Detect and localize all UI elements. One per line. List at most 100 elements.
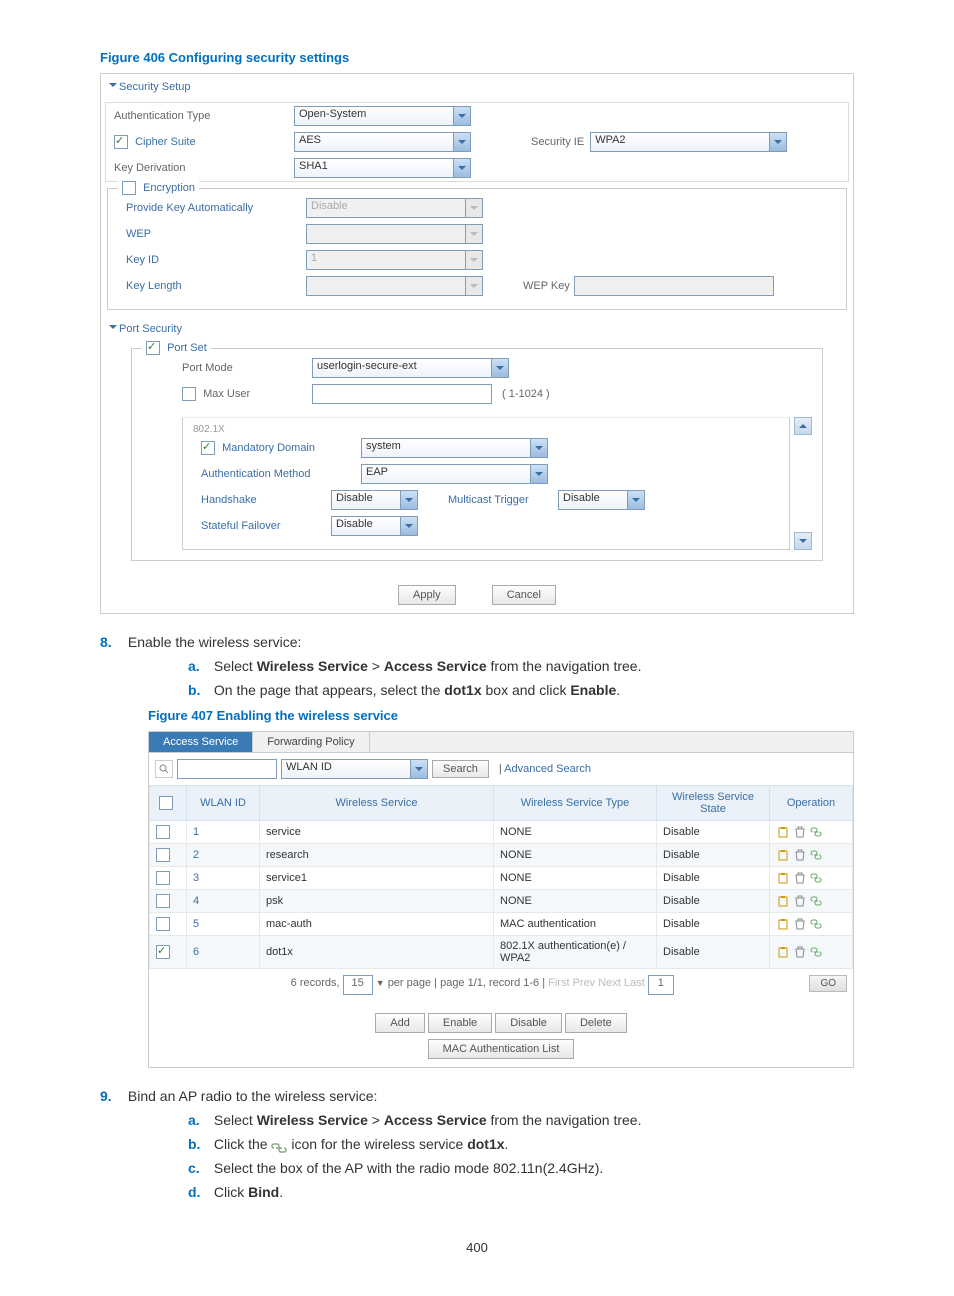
auth-method-select[interactable]: EAP xyxy=(361,464,548,484)
chevron-down-icon xyxy=(770,132,787,152)
chevron-down-icon xyxy=(628,490,645,510)
encryption-checkbox[interactable] xyxy=(122,181,136,195)
handshake-select[interactable]: Disable xyxy=(331,490,418,510)
step-9d: d. Click Bind. xyxy=(188,1184,854,1200)
service-type: NONE xyxy=(494,844,657,867)
edit-icon[interactable] xyxy=(777,945,791,959)
chevron-down-icon xyxy=(531,438,548,458)
apply-button[interactable]: Apply xyxy=(398,585,456,605)
page-number: 400 xyxy=(100,1240,854,1255)
select-all-checkbox[interactable] xyxy=(159,796,173,810)
service-state: Disable xyxy=(657,936,770,969)
row-checkbox[interactable] xyxy=(156,945,170,959)
link-icon[interactable] xyxy=(809,945,823,959)
row-checkbox[interactable] xyxy=(156,894,170,908)
scroll-down-icon[interactable] xyxy=(794,532,812,550)
port-mode-label: Port Mode xyxy=(182,362,312,374)
max-user-checkbox[interactable] xyxy=(182,387,196,401)
cancel-button[interactable]: Cancel xyxy=(492,585,556,605)
key-id-select: 1 xyxy=(306,250,483,270)
fig406-screenshot: Security Setup Authentication Type Open-… xyxy=(100,73,854,614)
collapse-icon[interactable] xyxy=(109,83,117,91)
search-button[interactable]: Search xyxy=(432,760,489,778)
service-state: Disable xyxy=(657,913,770,936)
chevron-down-icon xyxy=(411,759,428,779)
cipher-suite-label: Cipher Suite xyxy=(135,136,196,148)
collapse-icon[interactable] xyxy=(109,325,117,333)
max-user-range: ( 1-1024 ) xyxy=(502,388,550,400)
wep-key-label: WEP Key xyxy=(523,280,570,292)
edit-icon[interactable] xyxy=(777,894,791,908)
search-input[interactable] xyxy=(177,759,277,779)
table-row: 4pskNONEDisable xyxy=(150,890,853,913)
key-id-label: Key ID xyxy=(126,254,306,266)
edit-icon[interactable] xyxy=(777,848,791,862)
mand-domain-select[interactable]: system xyxy=(361,438,548,458)
wlan-id: 5 xyxy=(193,918,199,930)
edit-icon[interactable] xyxy=(777,917,791,931)
row-checkbox[interactable] xyxy=(156,825,170,839)
edit-icon[interactable] xyxy=(777,871,791,885)
auth-type-select[interactable]: Open-System xyxy=(294,106,471,126)
encryption-fieldset: Encryption Provide Key Automatically Dis… xyxy=(107,188,847,310)
cipher-suite-select[interactable]: AES xyxy=(294,132,471,152)
multicast-trigger-select[interactable]: Disable xyxy=(558,490,645,510)
trash-icon[interactable] xyxy=(793,945,807,959)
mand-domain-checkbox[interactable] xyxy=(201,441,215,455)
row-checkbox[interactable] xyxy=(156,917,170,931)
port-set-checkbox[interactable] xyxy=(146,341,160,355)
delete-button[interactable]: Delete xyxy=(565,1013,627,1033)
service-type: NONE xyxy=(494,890,657,913)
tab-forwarding-policy[interactable]: Forwarding Policy xyxy=(253,732,369,752)
trash-icon[interactable] xyxy=(793,871,807,885)
service-name: service xyxy=(260,821,494,844)
handshake-label: Handshake xyxy=(201,494,331,506)
link-icon[interactable] xyxy=(809,848,823,862)
per-page-input[interactable]: 15 xyxy=(343,975,373,995)
service-name: research xyxy=(260,844,494,867)
advanced-search-link[interactable]: Advanced Search xyxy=(504,763,591,775)
port-security-header[interactable]: Port Security xyxy=(119,323,182,335)
row-checkbox[interactable] xyxy=(156,871,170,885)
trash-icon[interactable] xyxy=(793,848,807,862)
step-8a: a. Select Wireless Service > Access Serv… xyxy=(188,658,854,674)
step-9b: b. Click the icon for the wireless servi… xyxy=(188,1136,854,1152)
go-button[interactable]: GO xyxy=(809,975,847,992)
security-setup-header[interactable]: Security Setup xyxy=(119,81,191,93)
add-button[interactable]: Add xyxy=(375,1013,425,1033)
security-ie-select[interactable]: WPA2 xyxy=(590,132,787,152)
stateful-failover-select[interactable]: Disable xyxy=(331,516,418,536)
search-field-select[interactable]: WLAN ID xyxy=(281,759,428,779)
service-name: mac-auth xyxy=(260,913,494,936)
chevron-down-icon xyxy=(454,158,471,178)
trash-icon[interactable] xyxy=(793,825,807,839)
enable-button[interactable]: Enable xyxy=(428,1013,492,1033)
max-user-input[interactable] xyxy=(312,384,492,404)
cipher-suite-checkbox[interactable] xyxy=(114,135,128,149)
services-table: WLAN ID Wireless Service Wireless Servic… xyxy=(149,785,853,969)
key-length-label: Key Length xyxy=(126,280,306,292)
edit-icon[interactable] xyxy=(777,825,791,839)
link-icon[interactable] xyxy=(809,894,823,908)
chevron-down-icon xyxy=(531,464,548,484)
port-set-fieldset: Port Set Port Mode userlogin-secure-ext … xyxy=(131,348,823,561)
trash-icon[interactable] xyxy=(793,894,807,908)
trash-icon[interactable] xyxy=(793,917,807,931)
port-mode-select[interactable]: userlogin-secure-ext xyxy=(312,358,509,378)
tab-access-service[interactable]: Access Service xyxy=(149,732,253,752)
key-length-select xyxy=(306,276,483,296)
disable-button[interactable]: Disable xyxy=(495,1013,562,1033)
scroll-up-icon[interactable] xyxy=(794,417,812,435)
key-deriv-select[interactable]: SHA1 xyxy=(294,158,471,178)
pka-select: Disable xyxy=(306,198,483,218)
row-checkbox[interactable] xyxy=(156,848,170,862)
mac-auth-list-button[interactable]: MAC Authentication List xyxy=(428,1039,575,1059)
page-input[interactable]: 1 xyxy=(648,975,674,995)
wep-select xyxy=(306,224,483,244)
link-icon[interactable] xyxy=(809,917,823,931)
service-state: Disable xyxy=(657,821,770,844)
search-icon[interactable] xyxy=(155,760,173,778)
link-icon[interactable] xyxy=(809,825,823,839)
link-icon[interactable] xyxy=(809,871,823,885)
service-state: Disable xyxy=(657,844,770,867)
